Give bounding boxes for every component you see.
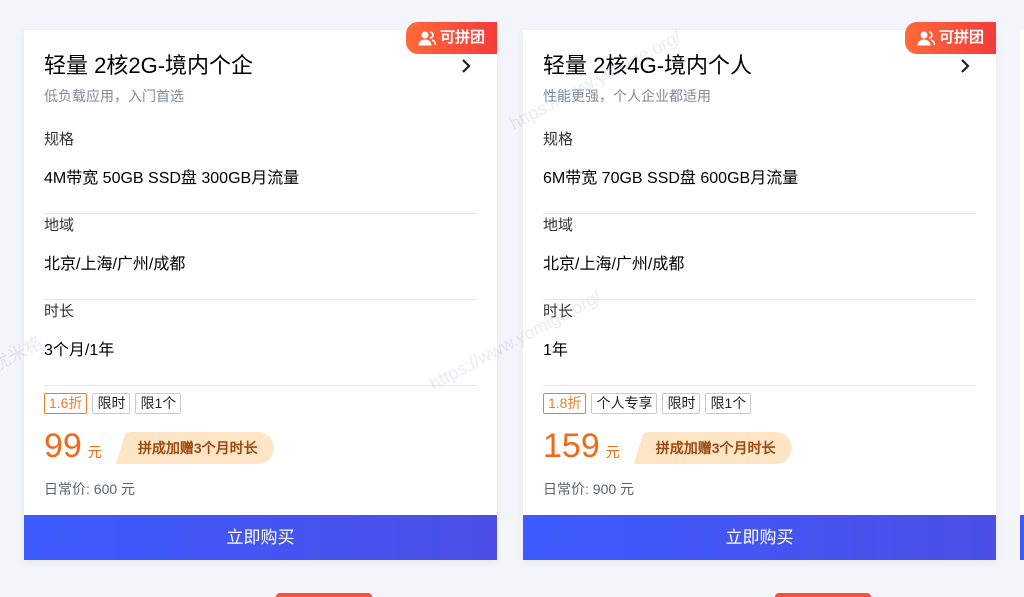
duration-label: 时长 xyxy=(543,303,574,320)
region-label: 地域 xyxy=(44,217,75,234)
price-value: 99 xyxy=(44,427,82,465)
limited-time-tag: 限时 xyxy=(92,393,131,414)
spec-label: 规格 xyxy=(543,131,574,148)
limited-time-tag: 限时 xyxy=(662,393,701,414)
region-label: 地域 xyxy=(543,217,574,234)
price-unit: 元 xyxy=(87,444,102,460)
discount-tag: 1.8折 xyxy=(543,393,587,414)
promo-ribbon: 拼成加赠3个月时长 xyxy=(115,432,274,464)
original-price: 日常价: 600 元 xyxy=(44,481,136,497)
price-value: 159 xyxy=(543,427,600,465)
region-value: 北京/上海/广州/成都 xyxy=(44,256,186,273)
buy-now-button[interactable]: 立即购买 xyxy=(523,515,996,560)
chevron-right-icon[interactable] xyxy=(459,58,473,74)
next-card-badge xyxy=(775,593,871,597)
buy-now-button[interactable]: 立即购买 xyxy=(24,515,497,560)
product-card: 可拼团 轻量 2核4G-境内个人 性能更强，个人企业都适用 规格 6M带宽 70… xyxy=(523,22,996,560)
spec-value: 6M带宽 70GB SSD盘 600GB月流量 xyxy=(543,170,799,187)
badge-label: 可拼团 xyxy=(439,29,485,46)
spec-label: 规格 xyxy=(44,131,75,148)
duration-row: 时长 3个月/1年 xyxy=(44,300,477,386)
limit-one-tag: 限1个 xyxy=(135,393,182,414)
product-title[interactable]: 轻量 2核2G-境内个企 xyxy=(44,50,477,82)
users-icon xyxy=(917,31,935,46)
product-subtitle: 性能更强，个人企业都适用 xyxy=(543,88,711,104)
product-title[interactable]: 轻量 2核4G-境内个人 xyxy=(543,50,976,82)
limit-one-tag: 限1个 xyxy=(705,393,752,414)
duration-row: 时长 1年 xyxy=(543,300,976,386)
duration-value: 1年 xyxy=(543,342,568,359)
region-value: 北京/上海/广州/成都 xyxy=(543,256,685,273)
tag-list: 1.6折 限时 限1个 xyxy=(44,393,182,414)
region-row: 地域 北京/上海/广州/成都 xyxy=(543,214,976,300)
duration-label: 时长 xyxy=(44,303,75,320)
original-price: 日常价: 900 元 xyxy=(543,481,635,497)
chevron-right-icon[interactable] xyxy=(958,58,972,74)
spec-value: 4M带宽 50GB SSD盘 300GB月流量 xyxy=(44,170,300,187)
price-unit: 元 xyxy=(605,444,620,460)
badge-label: 可拼团 xyxy=(938,29,984,46)
product-card: 可拼团 轻量 2核2G-境内个企 低负载应用，入门首选 规格 4M带宽 50GB… xyxy=(24,22,497,560)
promo-ribbon: 拼成加赠3个月时长 xyxy=(633,432,792,464)
spec-row: 规格 6M带宽 70GB SSD盘 600GB月流量 xyxy=(543,128,976,214)
next-card-edge xyxy=(1020,30,1024,560)
discount-tag: 1.6折 xyxy=(44,393,88,414)
spec-row: 规格 4M带宽 50GB SSD盘 300GB月流量 xyxy=(44,128,477,214)
tag-list: 1.8折 个人专享 限时 限1个 xyxy=(543,393,752,414)
price-row: 99 元 拼成加赠3个月时长 xyxy=(44,426,274,466)
next-card-badge xyxy=(276,593,372,597)
product-subtitle: 低负载应用，入门首选 xyxy=(44,88,184,104)
users-icon xyxy=(418,31,436,46)
duration-value: 3个月/1年 xyxy=(44,342,115,359)
price-row: 159 元 拼成加赠3个月时长 xyxy=(543,426,792,466)
personal-only-tag: 个人专享 xyxy=(591,393,658,414)
region-row: 地域 北京/上海/广州/成都 xyxy=(44,214,477,300)
